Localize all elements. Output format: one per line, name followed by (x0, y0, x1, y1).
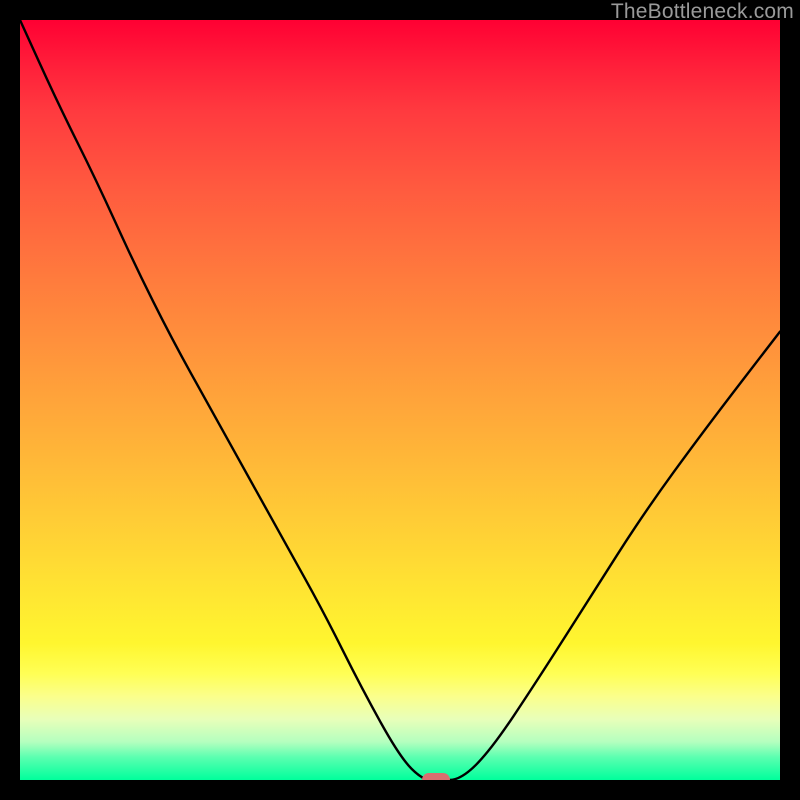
plot-area (20, 20, 780, 780)
curve-path (20, 20, 780, 780)
chart-frame: TheBottleneck.com (0, 0, 800, 800)
optimal-marker (422, 773, 450, 780)
watermark-text: TheBottleneck.com (611, 0, 794, 24)
bottleneck-curve (20, 20, 780, 780)
